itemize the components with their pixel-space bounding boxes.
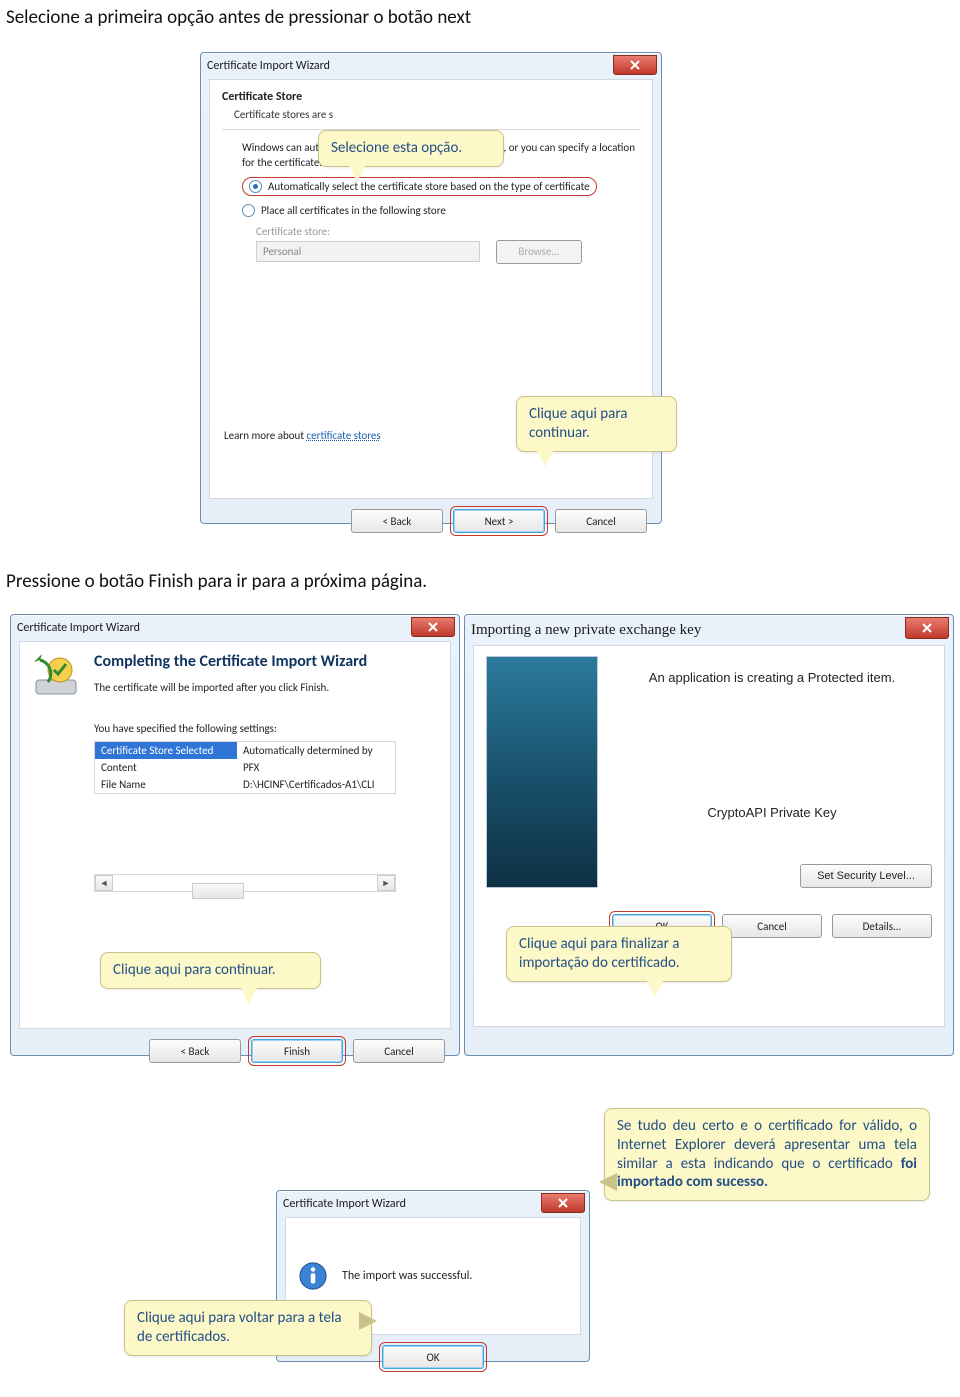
set-security-button[interactable]: Set Security Level... — [800, 864, 932, 888]
private-key-graphic — [486, 656, 598, 888]
section-subtext: Certificate stores are s — [234, 108, 640, 121]
callout-success-explain: Se tudo deu certo e o certificado for vá… — [604, 1108, 930, 1201]
browse-button[interactable]: Browse... — [496, 240, 582, 264]
cancel-button[interactable]: Cancel — [353, 1039, 445, 1063]
close-icon — [558, 1198, 568, 1208]
cancel-button[interactable]: Cancel — [555, 509, 647, 533]
wizard-icon — [32, 652, 80, 1018]
scroll-thumb[interactable] — [192, 883, 244, 899]
close-button[interactable] — [905, 617, 949, 639]
callout-success-text: Se tudo deu certo e o certificado for vá… — [617, 1117, 917, 1173]
settings-val: D:\HCINF\Certificados-A1\CLI — [237, 776, 395, 793]
next-button[interactable]: Next > — [453, 509, 545, 533]
scroll-left-icon[interactable]: ◄ — [95, 875, 113, 891]
info-icon — [298, 1261, 328, 1291]
dialog4-title: Certificate Import Wizard — [283, 1197, 406, 1211]
ok-button[interactable]: OK — [382, 1345, 484, 1369]
dialog4-titlebar: Certificate Import Wizard — [277, 1191, 589, 1217]
settings-key: Certificate Store Selected — [95, 742, 237, 759]
radio-place-all[interactable] — [242, 204, 255, 217]
dialog1-titlebar: Certificate Import Wizard — [201, 53, 661, 79]
pk-line2: CryptoAPI Private Key — [612, 805, 932, 820]
callout-select-option-text: Selecione esta opção. — [331, 139, 462, 157]
settings-table: Certificate Store Selected Automatically… — [94, 741, 396, 794]
pk-line1: An application is creating a Protected i… — [612, 670, 932, 685]
radio-place-all-label: Place all certificates in the following … — [261, 204, 446, 217]
settings-val: Automatically determined by — [237, 742, 395, 759]
back-button[interactable]: < Back — [149, 1039, 241, 1063]
callout-select-option: Selecione esta opção. — [318, 130, 504, 167]
callout-finish-import-text: Clique aqui para finalizar a importação … — [519, 935, 680, 972]
callout-click-continue-1: Clique aqui para continuar. — [516, 396, 677, 452]
dialog3-title: Importing a new private exchange key — [471, 622, 701, 639]
desc-line2: for the certificate. — [242, 156, 322, 169]
success-message: The import was successful. — [342, 1269, 472, 1283]
table-row[interactable]: File Name D:\HCINF\Certificados-A1\CLI — [95, 776, 395, 793]
callout-click-continue-2: Clique aqui para continuar. — [100, 952, 321, 989]
dialog-completing-wizard: Certificate Import Wizard Completing the… — [10, 614, 460, 1056]
dialog2-title: Certificate Import Wizard — [17, 621, 140, 635]
store-value-textbox: Personal — [256, 241, 480, 262]
completing-desc: The certificate will be imported after y… — [94, 681, 438, 694]
horizontal-scrollbar[interactable]: ◄ ► — [94, 874, 396, 892]
settings-key: Content — [95, 759, 237, 776]
store-label: Certificate store: — [256, 225, 640, 238]
callout-click-continue-2-text: Clique aqui para continuar. — [113, 961, 276, 979]
close-icon — [428, 622, 438, 632]
table-row[interactable]: Content PFX — [95, 759, 395, 776]
dialog-private-key: Importing a new private exchange key An … — [464, 614, 954, 1056]
close-button[interactable] — [541, 1193, 585, 1213]
table-row[interactable]: Certificate Store Selected Automatically… — [95, 742, 395, 759]
instruction-heading-1: Selecione a primeira opção antes de pres… — [6, 6, 906, 29]
close-button[interactable] — [411, 617, 455, 637]
completing-heading: Completing the Certificate Import Wizard — [94, 652, 438, 671]
dialog-certificate-store: Certificate Import Wizard Certificate St… — [200, 52, 662, 524]
settings-label: You have specified the following setting… — [94, 722, 438, 735]
details-button[interactable]: Details... — [832, 914, 932, 938]
section-heading: Certificate Store — [222, 90, 640, 104]
radio-auto-select[interactable] — [249, 180, 262, 193]
callout-back-to-certs: Clique aqui para voltar para a tela de c… — [124, 1300, 372, 1356]
settings-key: File Name — [95, 776, 237, 793]
learn-more-link[interactable]: certificate stores — [307, 429, 381, 442]
close-icon — [630, 60, 640, 70]
back-button[interactable]: < Back — [351, 509, 443, 533]
close-icon — [922, 623, 932, 633]
dialog3-titlebar: Importing a new private exchange key — [465, 615, 953, 645]
radio-auto-select-label: Automatically select the certificate sto… — [268, 180, 590, 193]
dialog1-title: Certificate Import Wizard — [207, 59, 330, 73]
cancel-button[interactable]: Cancel — [722, 914, 822, 938]
instruction-heading-2: Pressione o botão Finish para ir para a … — [6, 570, 906, 593]
callout-back-to-certs-text: Clique aqui para voltar para a tela de c… — [137, 1309, 342, 1346]
settings-val: PFX — [237, 759, 395, 776]
callout-click-continue-1-text: Clique aqui para continuar. — [529, 405, 627, 442]
dialog2-titlebar: Certificate Import Wizard — [11, 615, 459, 641]
scroll-right-icon[interactable]: ► — [377, 875, 395, 891]
learn-more-text: Learn more about — [224, 429, 307, 442]
close-button[interactable] — [613, 55, 657, 75]
callout-finish-import: Clique aqui para finalizar a importação … — [506, 926, 732, 982]
finish-button[interactable]: Finish — [251, 1039, 343, 1063]
